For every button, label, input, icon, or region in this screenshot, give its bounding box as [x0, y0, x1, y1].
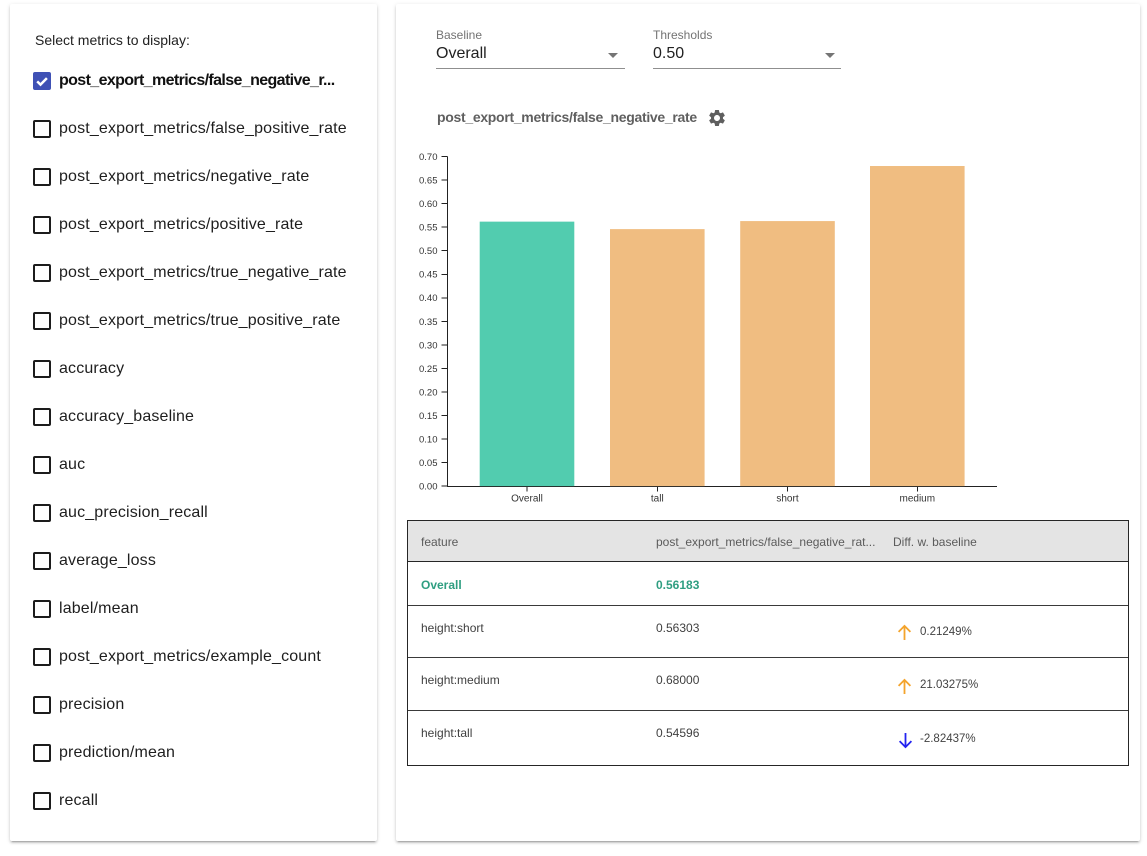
svg-text:0.60: 0.60 — [419, 199, 438, 210]
svg-text:0.30: 0.30 — [419, 340, 438, 351]
svg-text:0.10: 0.10 — [419, 434, 438, 445]
svg-text:0.65: 0.65 — [419, 176, 438, 187]
svg-text:0.55: 0.55 — [419, 223, 438, 234]
svg-text:short: short — [776, 494, 798, 505]
svg-text:0.25: 0.25 — [419, 364, 438, 375]
svg-text:Overall: Overall — [511, 494, 543, 505]
svg-text:0.70: 0.70 — [419, 152, 438, 163]
svg-text:0.05: 0.05 — [419, 458, 438, 469]
svg-text:0.35: 0.35 — [419, 317, 438, 328]
svg-text:tall: tall — [651, 494, 664, 505]
svg-text:0.20: 0.20 — [419, 387, 438, 398]
svg-text:0.00: 0.00 — [419, 482, 438, 493]
svg-text:0.50: 0.50 — [419, 246, 438, 257]
svg-text:0.15: 0.15 — [419, 411, 438, 422]
svg-text:medium: medium — [900, 494, 936, 505]
svg-text:0.45: 0.45 — [419, 270, 438, 281]
svg-text:0.40: 0.40 — [419, 293, 438, 304]
